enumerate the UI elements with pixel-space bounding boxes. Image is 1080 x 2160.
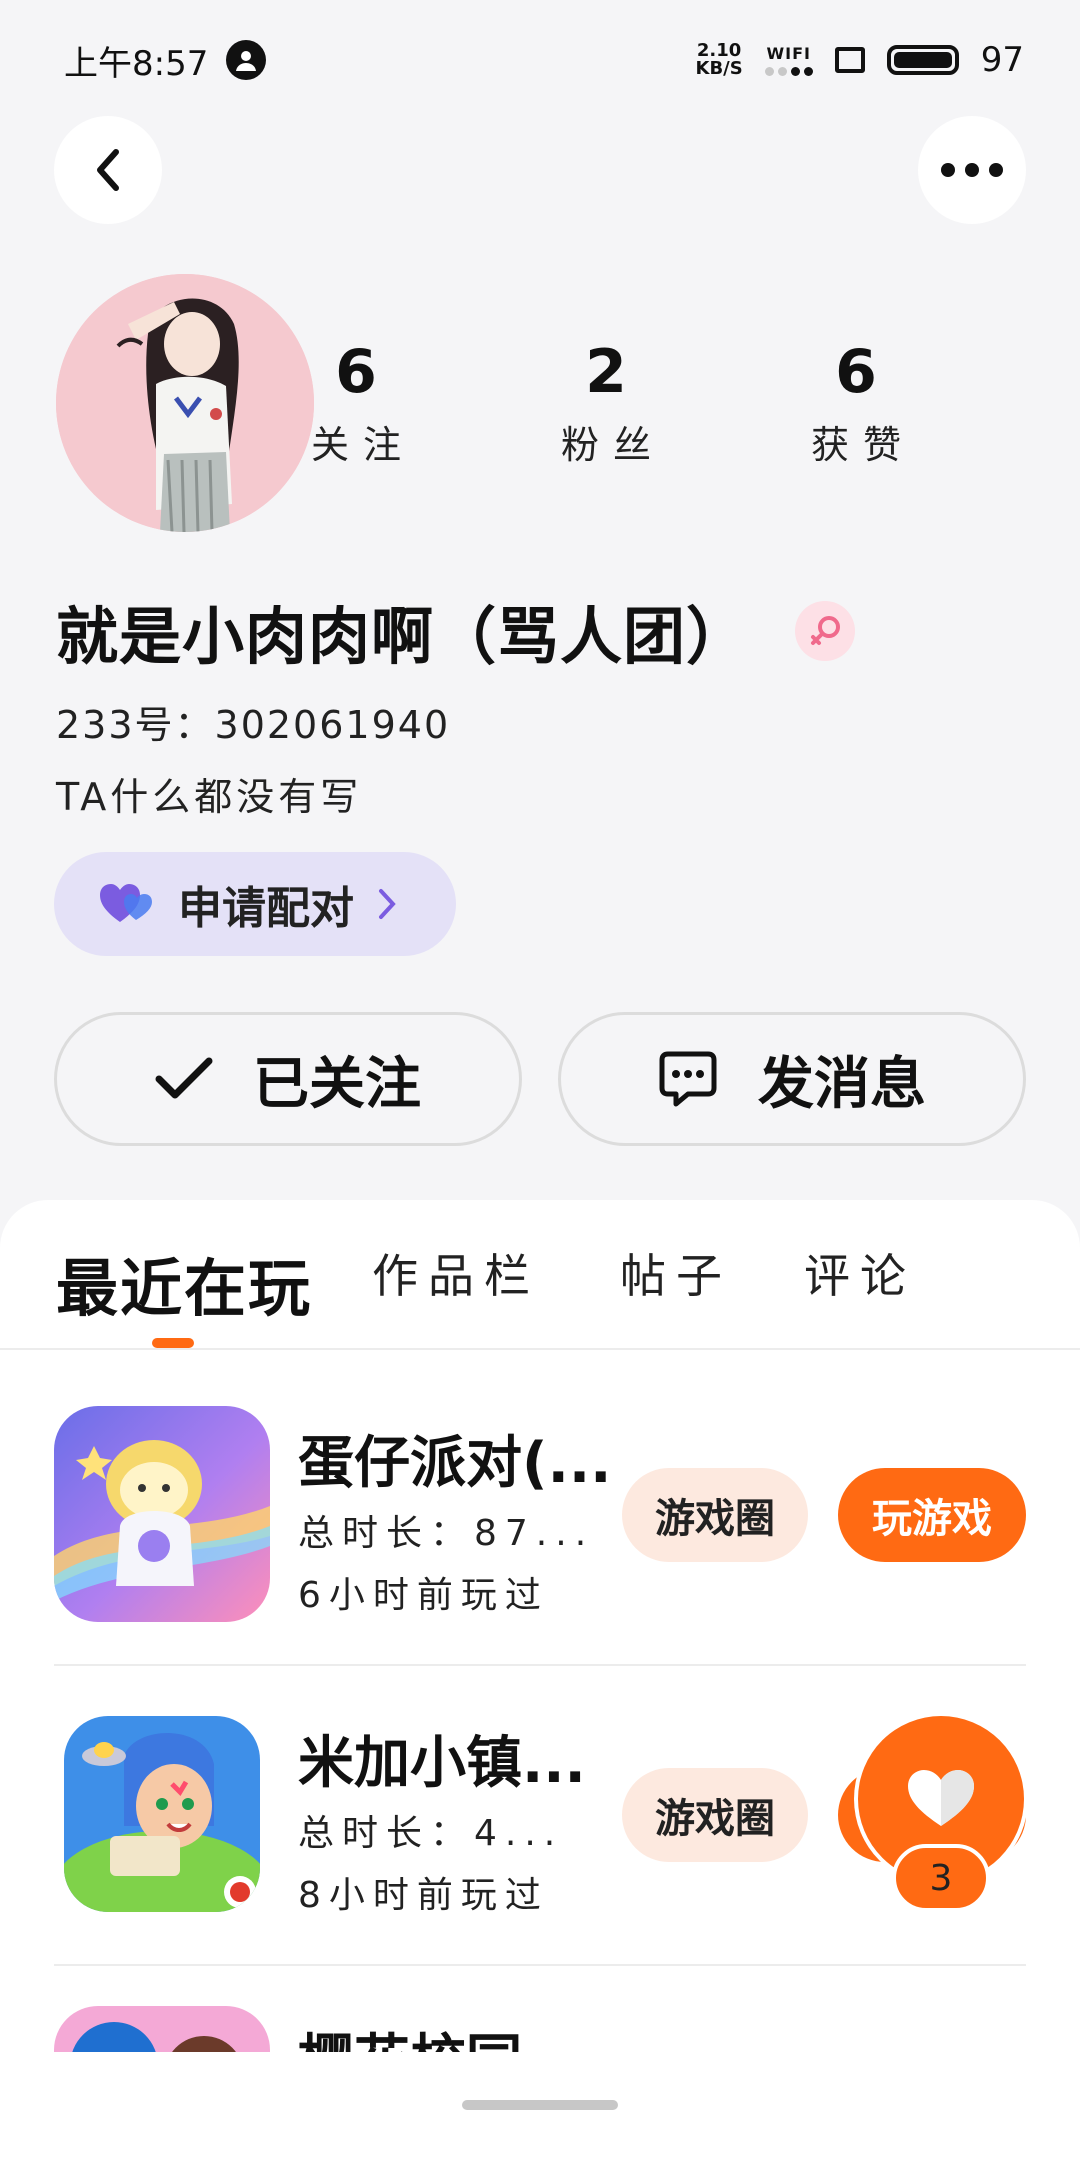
wifi-signal-dots	[764, 67, 813, 76]
tab-recently-played[interactable]: 最近在玩	[56, 1238, 312, 1328]
stat-following[interactable]: 6 关注	[256, 336, 456, 469]
stat-value: 6	[835, 337, 877, 407]
game-icon-miga-town[interactable]	[64, 1716, 260, 1912]
game-name: 米加小镇...	[298, 1731, 586, 1796]
stat-label: 粉丝	[560, 423, 665, 467]
female-icon	[795, 601, 856, 661]
game-name: 蛋仔派对(...	[298, 1431, 612, 1496]
screen-rotate-icon	[834, 47, 865, 73]
pair-request-label: 申请配对	[178, 883, 354, 934]
chat-bubble-icon	[659, 1051, 717, 1107]
user-bio: TA什么都没有写	[56, 775, 363, 819]
user-id: 233号：302061940	[56, 703, 451, 747]
stat-value: 6	[335, 337, 377, 407]
pair-request-button[interactable]: 申请配对	[54, 852, 456, 956]
stat-label: 获赞	[810, 423, 915, 467]
stat-label: 关注	[310, 423, 415, 467]
home-indicator[interactable]	[462, 2100, 618, 2110]
status-left: 上午8:57	[64, 36, 267, 85]
account-icon	[226, 40, 267, 80]
more-dots-icon	[941, 163, 1003, 177]
nickname-row: 就是小肉肉啊（骂人团）	[56, 586, 856, 676]
battery-level: 97	[980, 40, 1024, 80]
tab-comments[interactable]: 评论	[804, 1240, 916, 1306]
back-button[interactable]	[54, 116, 162, 224]
check-icon	[155, 1057, 213, 1099]
send-message-label: 发消息	[758, 1051, 926, 1117]
content-sheet: 最近在玩 作品栏 帖子 评论 蛋仔派对(... 总时长：87... 6小时前玩过…	[0, 1200, 1080, 2160]
like-count-badge: 3	[892, 1844, 990, 1912]
stat-value: 2	[585, 337, 627, 407]
heart-icon	[908, 1770, 974, 1826]
game-duration: 总时长：4...	[298, 1813, 564, 1854]
tab-works[interactable]: 作品栏	[372, 1240, 540, 1306]
divider	[54, 1664, 1026, 1666]
game-item[interactable]: 蛋仔派对(... 总时长：87... 6小时前玩过 游戏圈 玩游戏	[0, 1376, 1080, 1676]
net-speed-unit: KB/S	[695, 58, 743, 79]
divider	[54, 1964, 1026, 1966]
tab-indicator	[152, 1338, 194, 1348]
game-circle-button[interactable]: 游戏圈	[622, 1768, 808, 1862]
wifi-icon: WIFI	[764, 44, 813, 76]
nickname: 就是小肉肉啊（骂人团）	[56, 600, 750, 673]
send-message-button[interactable]: 发消息	[558, 1012, 1026, 1146]
net-speed: 2.10 KB/S	[696, 42, 743, 78]
game-icon-eggy-party[interactable]	[54, 1406, 270, 1622]
game-last-played: 6小时前玩过	[298, 1575, 549, 1616]
wifi-label: WIFI	[766, 44, 811, 63]
chevron-left-icon	[97, 149, 119, 191]
chevron-right-icon	[379, 889, 396, 919]
more-button[interactable]	[918, 116, 1026, 224]
status-time: 上午8:57	[64, 43, 209, 84]
profile-stats: 6 关注 2 粉丝 6 获赞	[0, 336, 1080, 476]
tab-posts[interactable]: 帖子	[620, 1240, 732, 1306]
game-duration: 总时长：87...	[298, 1513, 595, 1554]
play-game-button[interactable]: 玩游戏	[838, 1468, 1026, 1562]
double-heart-icon	[100, 884, 152, 922]
stat-fans[interactable]: 2 粉丝	[506, 336, 706, 469]
followed-button[interactable]: 已关注	[54, 1012, 522, 1146]
status-right: 2.10 KB/S WIFI 97	[696, 40, 1024, 80]
game-circle-button[interactable]: 游戏圈	[622, 1468, 808, 1562]
battery-icon	[886, 45, 959, 75]
followed-label: 已关注	[253, 1051, 421, 1117]
tab-bar: 最近在玩 作品栏 帖子 评论	[0, 1200, 1080, 1350]
stat-likes[interactable]: 6 获赞	[756, 336, 956, 469]
game-last-played: 8小时前玩过	[298, 1875, 549, 1916]
status-bar: 上午8:57 2.10 KB/S WIFI 97	[0, 0, 1080, 120]
